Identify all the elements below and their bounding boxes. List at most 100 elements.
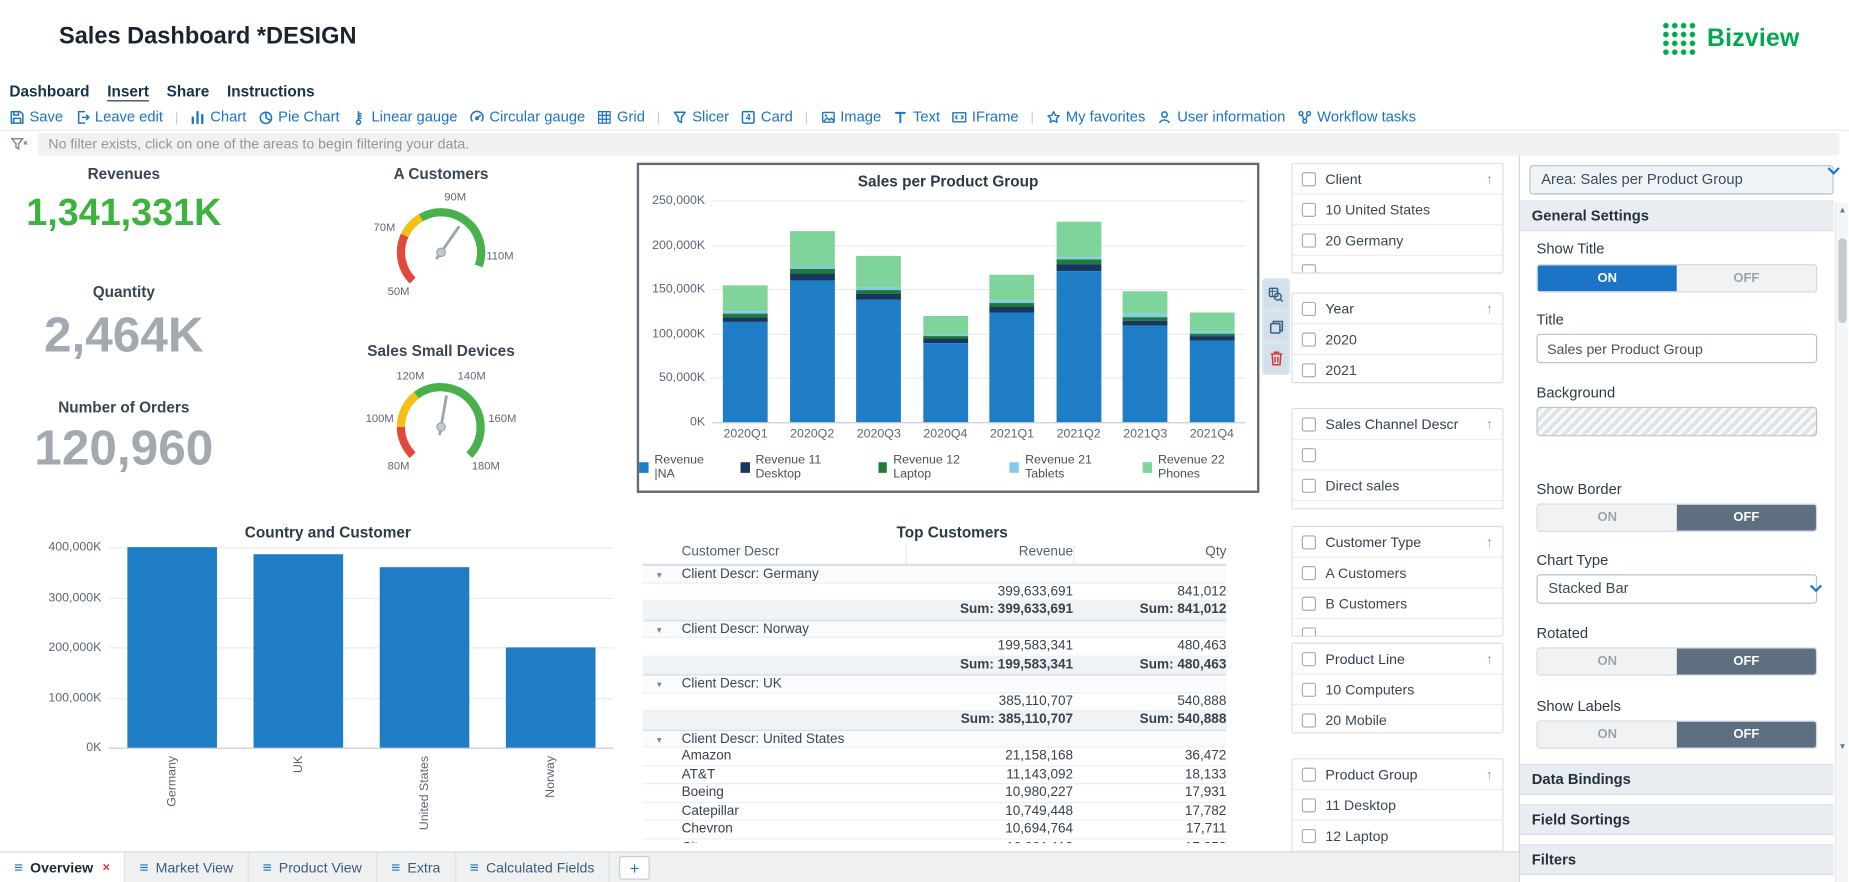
legend-item[interactable]: Revenue 22 Phones bbox=[1142, 453, 1257, 481]
bar-column[interactable]: Germany bbox=[108, 547, 234, 807]
table-row[interactable]: ▾ Client Descr: Norway bbox=[642, 619, 1227, 638]
stacked-bar[interactable] bbox=[1122, 291, 1168, 423]
table-row[interactable]: 199,583,341 480,463 bbox=[642, 638, 1227, 657]
checkbox[interactable] bbox=[1301, 202, 1316, 217]
toggle-off-button[interactable]: OFF bbox=[1676, 648, 1816, 675]
slicer-item[interactable]: 11 Desktop bbox=[1292, 788, 1503, 820]
bar-segment[interactable] bbox=[1122, 291, 1168, 314]
image-button[interactable]: Image bbox=[820, 108, 881, 125]
checkbox[interactable] bbox=[1301, 416, 1316, 431]
tab-overview[interactable]: ≡ Overview × bbox=[0, 852, 126, 882]
bar[interactable] bbox=[379, 567, 469, 748]
orders-value[interactable]: 120,960 bbox=[0, 420, 248, 477]
legend-item[interactable]: Revenue 21 Tablets bbox=[1009, 453, 1122, 481]
sort-icon[interactable]: ↑ bbox=[1486, 650, 1493, 667]
stacked-bar[interactable] bbox=[789, 230, 835, 423]
bar-segment[interactable] bbox=[789, 273, 835, 281]
slicer-item[interactable]: Direct sales bbox=[1292, 469, 1503, 500]
slicer-item-partial[interactable] bbox=[1292, 254, 1503, 273]
collapse-caret-icon[interactable]: ▾ bbox=[657, 676, 662, 692]
table-row[interactable]: Citygroup10,991,11317,853 bbox=[643, 839, 1227, 843]
slicer-item-partial[interactable] bbox=[1292, 499, 1503, 508]
revenues-value[interactable]: 1,341,331K bbox=[0, 191, 248, 235]
legend-item[interactable]: Revenue |NA bbox=[639, 453, 719, 481]
bar-column[interactable]: 2021Q1 bbox=[979, 200, 1046, 441]
linear-gauge-button[interactable]: Linear gauge bbox=[351, 108, 458, 125]
table-row[interactable]: Catepillar 10,749,448 17,782 bbox=[642, 802, 1227, 821]
scrollbar-thumb[interactable] bbox=[1837, 238, 1847, 324]
checkbox[interactable] bbox=[1301, 232, 1316, 248]
checkbox[interactable] bbox=[1301, 596, 1316, 611]
table-row[interactable]: Sum: 385,110,707 Sum: 540,888 bbox=[642, 711, 1227, 730]
sort-icon[interactable]: ↑ bbox=[1486, 766, 1493, 783]
checkbox[interactable] bbox=[1301, 767, 1316, 782]
toggle-off-button[interactable]: OFF bbox=[1676, 265, 1816, 292]
bar[interactable] bbox=[252, 554, 343, 748]
slicer-header[interactable]: Customer Type ↑ bbox=[1292, 527, 1502, 556]
checkbox[interactable] bbox=[1301, 362, 1316, 377]
tab-extra[interactable]: ≡ Extra bbox=[377, 852, 456, 882]
bar-segment[interactable] bbox=[1056, 221, 1102, 258]
section-field-sortings[interactable]: Field Sortings bbox=[1519, 804, 1834, 835]
table-row[interactable]: 399,633,691 841,012 bbox=[642, 583, 1227, 602]
menu-insert[interactable]: Insert bbox=[107, 83, 149, 104]
slicer-item[interactable]: A Customers bbox=[1292, 556, 1503, 588]
top-customers-table[interactable]: Top Customers Customer Descr Revenue Qty… bbox=[642, 516, 1262, 844]
tab-calculated-fields[interactable]: ≡ Calculated Fields bbox=[456, 852, 610, 882]
sort-icon[interactable]: ↑ bbox=[1486, 300, 1493, 317]
add-sheet-button[interactable]: + bbox=[619, 855, 650, 880]
tab-market-view[interactable]: ≡ Market View bbox=[125, 852, 249, 882]
menu-instructions[interactable]: Instructions bbox=[227, 83, 315, 104]
table-row[interactable]: AT&T 11,143,092 18,133 bbox=[642, 766, 1227, 785]
copy-widget-button[interactable] bbox=[1264, 312, 1288, 341]
bar-segment[interactable] bbox=[989, 312, 1035, 423]
slicer-item[interactable]: 2020 bbox=[1292, 323, 1503, 354]
legend-item[interactable]: Revenue 12 Laptop bbox=[877, 453, 989, 481]
column-header[interactable]: Qty bbox=[1073, 544, 1226, 564]
bar-segment[interactable] bbox=[723, 321, 768, 423]
close-icon[interactable]: × bbox=[103, 860, 111, 874]
circular-gauge-button[interactable]: Circular gauge bbox=[469, 108, 585, 125]
checkbox[interactable] bbox=[1301, 331, 1316, 347]
bar-column[interactable]: 2020Q1 bbox=[712, 200, 779, 441]
slicer-item-partial[interactable] bbox=[1292, 617, 1503, 636]
table-row[interactable]: ▾ Client Descr: United States bbox=[642, 729, 1227, 748]
checkbox[interactable] bbox=[1301, 797, 1316, 812]
save-button[interactable]: Save bbox=[9, 108, 63, 125]
stacked-bar[interactable] bbox=[856, 256, 902, 423]
bar-segment[interactable] bbox=[789, 230, 835, 267]
collapse-caret-icon[interactable]: ▾ bbox=[657, 566, 662, 582]
workflow-tasks-button[interactable]: Workflow tasks bbox=[1297, 108, 1416, 125]
card-button[interactable]: 4 Card bbox=[741, 108, 793, 125]
toggle-on-button[interactable]: ON bbox=[1537, 721, 1677, 748]
bar-segment[interactable] bbox=[789, 280, 835, 423]
tab-product-view[interactable]: ≡ Product View bbox=[249, 852, 378, 882]
slicer-item[interactable]: 10 Computers bbox=[1292, 673, 1503, 704]
slicer-item[interactable]: B Customers bbox=[1292, 587, 1503, 618]
sales-small-devices-gauge[interactable]: 80M 100M 120M 140M 160M 180M bbox=[358, 354, 523, 486]
toggle-off-button[interactable]: OFF bbox=[1676, 504, 1816, 531]
bar-column[interactable]: United States bbox=[361, 547, 487, 830]
checkbox[interactable] bbox=[1301, 828, 1316, 843]
bar-column[interactable]: Norway bbox=[487, 547, 613, 798]
bar-column[interactable]: 2020Q3 bbox=[845, 200, 912, 441]
sort-icon[interactable]: ↑ bbox=[1486, 170, 1493, 187]
checkbox[interactable] bbox=[1301, 301, 1316, 316]
properties-scrollbar[interactable]: ▲ ▼ bbox=[1834, 202, 1848, 882]
slicer-item[interactable] bbox=[1292, 438, 1503, 470]
a-customers-gauge[interactable]: 50M 70M 90M 110M bbox=[358, 179, 523, 311]
slicer-item[interactable]: 20 Mobile bbox=[1292, 703, 1503, 732]
checkbox[interactable] bbox=[1301, 626, 1316, 636]
table-row[interactable]: ▾ Client Descr: UK bbox=[642, 674, 1227, 693]
country-and-customer-chart[interactable]: Country and Customer 0K 100,000K 200,000K 3… bbox=[33, 516, 623, 842]
slicer-item[interactable]: 2021 bbox=[1292, 353, 1503, 382]
bar-segment[interactable] bbox=[1056, 271, 1102, 423]
checkbox[interactable] bbox=[1301, 447, 1316, 462]
table-row[interactable]: Chevron 10,694,764 17,711 bbox=[642, 821, 1227, 840]
sort-icon[interactable]: ↑ bbox=[1486, 534, 1493, 551]
iframe-button[interactable]: IFrame bbox=[952, 108, 1019, 125]
quantity-value[interactable]: 2,464K bbox=[0, 307, 248, 364]
bar-column[interactable]: 2021Q4 bbox=[1179, 200, 1246, 441]
stacked-bar[interactable] bbox=[989, 275, 1035, 423]
slicer-header[interactable]: Sales Channel Descr ↑ bbox=[1292, 409, 1502, 438]
